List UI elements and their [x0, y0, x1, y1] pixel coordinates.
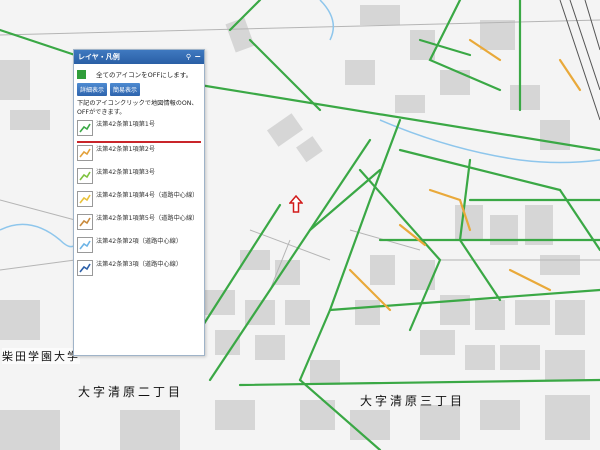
legend-item-label: 法第42条第1項第1号 [96, 121, 156, 128]
road-line-icon[interactable] [77, 191, 93, 207]
place-label-shibata-university: 柴田学園大学 [2, 348, 80, 364]
legend-title: レイヤ・凡例 [78, 53, 120, 61]
road-line-icon[interactable] [77, 260, 93, 276]
legend-item-label: 法第42条第1項第4号（道路中心線） [96, 192, 199, 199]
simple-view-button[interactable]: 簡易表示 [110, 83, 141, 96]
legend-item-1-1-5[interactable]: 法第42条第1項第5号（道路中心線） [77, 213, 201, 235]
legend-item-1-2[interactable]: 法第42条第2項（道路中心線） [77, 236, 201, 258]
detail-view-button[interactable]: 詳細表示 [77, 83, 108, 96]
map-view[interactable]: 柴田学園大学 大字清原二丁目 大字清原三丁目 レイヤ・凡例 ⚲ − 全てのアイコ… [0, 0, 600, 450]
all-off-icon[interactable] [77, 69, 86, 79]
legend-item-label: 法第42条第3項（道路中心線） [96, 261, 183, 268]
layer-legend-panel: レイヤ・凡例 ⚲ − 全てのアイコンをOFFにします。 詳細表示 簡易表示 下記… [73, 49, 205, 356]
legend-item-1-1-2[interactable]: 法第42条第1項第2号 [77, 144, 201, 166]
all-off-label: 全てのアイコンをOFFにします。 [96, 71, 193, 79]
place-label-kiyohara-2chome: 大字清原二丁目 [78, 385, 184, 399]
pin-icon[interactable]: ⚲ [186, 50, 191, 64]
road-line-icon[interactable] [77, 237, 93, 253]
legend-header: レイヤ・凡例 ⚲ − [74, 50, 204, 64]
legend-item-label: 法第42条第1項第3号 [96, 169, 156, 176]
road-line-icon[interactable] [77, 214, 93, 230]
place-label-kiyohara-3chome: 大字清原三丁目 [360, 394, 466, 408]
legend-item-1-1-1[interactable]: 法第42条第1項第1号 [77, 119, 201, 143]
legend-item-label: 法第42条第2項（道路中心線） [96, 238, 183, 245]
legend-item-1-1-4[interactable]: 法第42条第1項第4号（道路中心線） [77, 190, 201, 212]
location-arrow-icon[interactable] [289, 195, 303, 213]
legend-item-1-3[interactable]: 法第42条第3項（道路中心線） [77, 259, 201, 281]
legend-item-label: 法第42条第1項第2号 [96, 146, 156, 153]
road-line-icon[interactable] [77, 145, 93, 161]
legend-item-1-1-3[interactable]: 法第42条第1項第3号 [77, 167, 201, 189]
legend-item-label: 法第42条第1項第5号（道路中心線） [96, 215, 199, 222]
minimize-icon[interactable]: − [194, 50, 201, 64]
road-line-icon[interactable] [77, 120, 93, 136]
all-off-row[interactable]: 全てのアイコンをOFFにします。 [77, 69, 201, 79]
legend-instruction: 下記のアイコンクリックで地図情報のON、OFFができます。 [77, 100, 198, 116]
road-line-icon[interactable] [77, 168, 93, 184]
